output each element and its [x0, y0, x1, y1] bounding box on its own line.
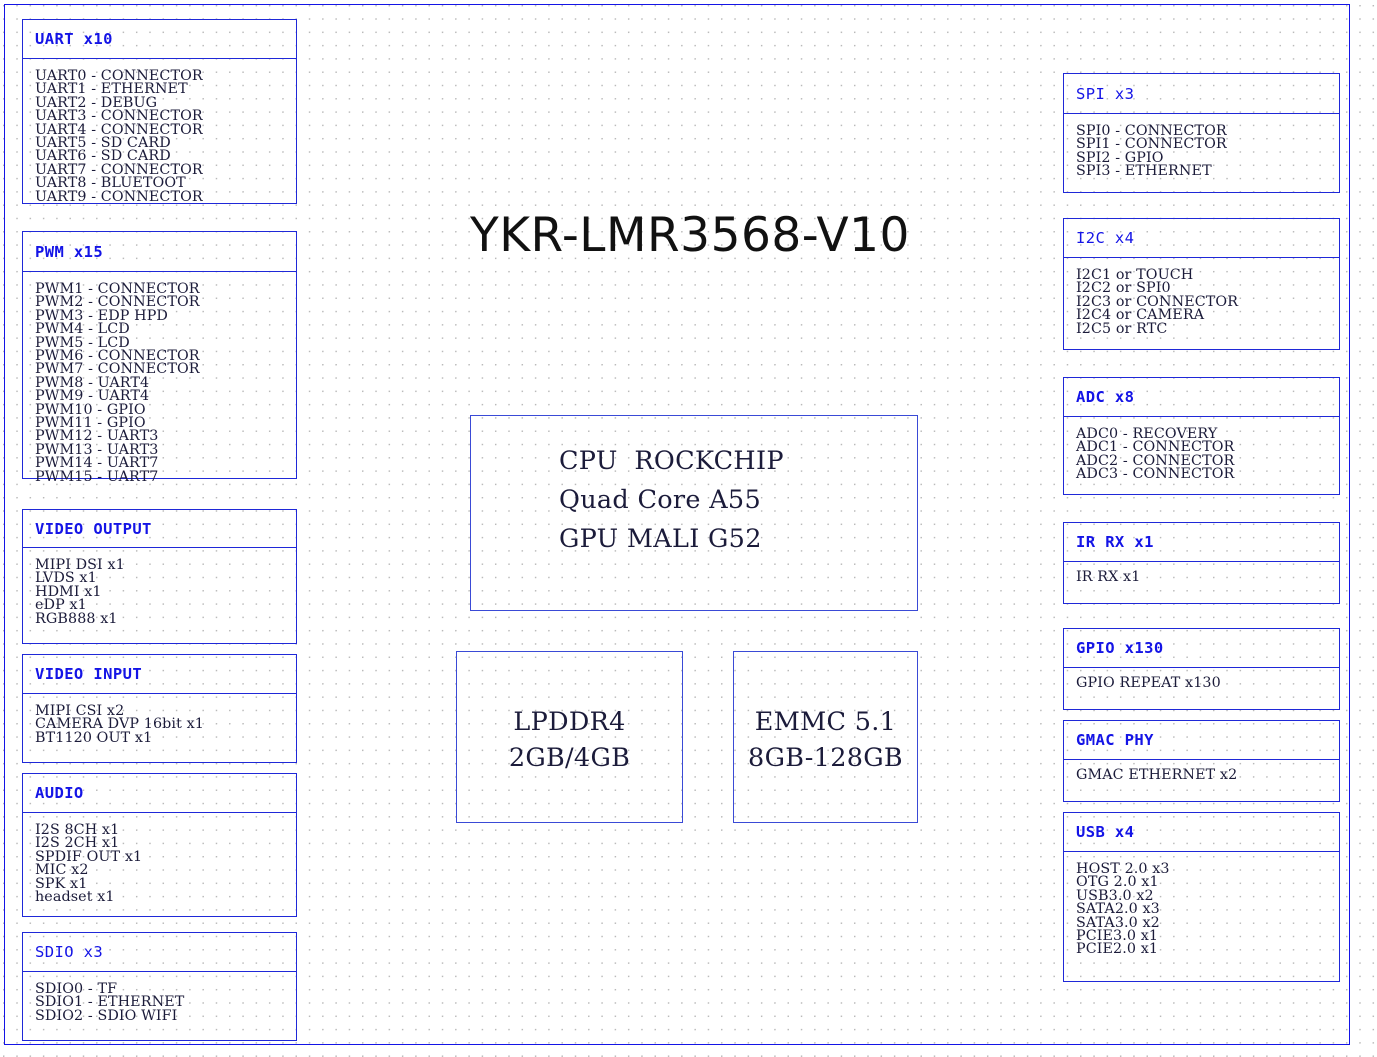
peripheral-block-video-output: VIDEO OUTPUT MIPI DSI x1LVDS x1HDMI x1eDP…: [22, 509, 297, 644]
block-title-i2c-x4: I2C x4: [1076, 229, 1134, 247]
block-body-ir-rx-x1: IR RX x1: [1063, 562, 1340, 604]
block-body-video-output: MIPI DSI x1LVDS x1HDMI x1eDP x1RGB888 x1: [22, 548, 297, 644]
block-line: SDIO2 - SDIO WIFI: [35, 1010, 296, 1023]
peripheral-block-video-input: VIDEO INPUT MIPI CSI x2CAMERA DVP 16bit x…: [22, 654, 297, 763]
block-header-audio: AUDIO: [22, 773, 297, 813]
peripheral-block-spi-x3: SPI x3 SPI0 - CONNECTORSPI1 - CONNECTORSP…: [1063, 73, 1340, 193]
block-body-uart-x10: UART0 - CONNECTORUART1 - ETHERNETUART2 -…: [22, 59, 297, 204]
block-header-usb-x4: USB x4: [1063, 812, 1340, 852]
cpu-line: Quad Core A55: [559, 481, 917, 520]
block-body-usb-x4: HOST 2.0 x3OTG 2.0 x1USB3.0 x2SATA2.0 x3…: [1063, 852, 1340, 982]
emmc-line: EMMC 5.1: [734, 704, 917, 740]
block-header-video-output: VIDEO OUTPUT: [22, 509, 297, 548]
block-title-spi-x3: SPI x3: [1076, 85, 1134, 103]
block-title-sdio-x3: SDIO x3: [35, 943, 103, 961]
block-header-adc-x8: ADC x8: [1063, 377, 1340, 417]
emmc-block-lines: EMMC 5.18GB-128GB: [734, 652, 917, 776]
block-title-video-input: VIDEO INPUT: [35, 665, 142, 683]
block-title-gpio-x130: GPIO x130: [1076, 639, 1164, 657]
block-header-i2c-x4: I2C x4: [1063, 218, 1340, 258]
block-line: SPI3 - ETHERNET: [1076, 165, 1339, 178]
block-body-gpio-x130: GPIO REPEAT x130: [1063, 668, 1340, 710]
cpu-block: CPU ROCKCHIPQuad Core A55GPU MALI G52: [470, 415, 918, 611]
block-line: UART9 - CONNECTOR: [35, 191, 296, 204]
block-line: I2C5 or RTC: [1076, 323, 1339, 336]
lpddr-line: LPDDR4: [457, 704, 682, 740]
block-header-pwm-x15: PWM x15: [22, 231, 297, 272]
block-line: GMAC ETHERNET x2: [1076, 769, 1339, 782]
block-line: IR RX x1: [1076, 571, 1339, 584]
block-body-spi-x3: SPI0 - CONNECTORSPI1 - CONNECTORSPI2 - G…: [1063, 114, 1340, 193]
lpddr-block-lines: LPDDR42GB/4GB: [457, 652, 682, 776]
peripheral-block-sdio-x3: SDIO x3 SDIO0 - TFSDIO1 - ETHERNETSDIO2 -…: [22, 932, 297, 1041]
block-title-ir-rx-x1: IR RX x1: [1076, 533, 1154, 551]
cpu-block-lines: CPU ROCKCHIPQuad Core A55GPU MALI G52: [471, 416, 917, 559]
peripheral-block-gpio-x130: GPIO x130 GPIO REPEAT x130: [1063, 628, 1340, 710]
block-body-adc-x8: ADC0 - RECOVERYADC1 - CONNECTORADC2 - CO…: [1063, 417, 1340, 495]
block-header-gmac-phy: GMAC PHY: [1063, 720, 1340, 760]
peripheral-block-adc-x8: ADC x8 ADC0 - RECOVERYADC1 - CONNECTORADC…: [1063, 377, 1340, 495]
block-line: headset x1: [35, 891, 296, 904]
block-title-audio: AUDIO: [35, 784, 84, 802]
block-header-sdio-x3: SDIO x3: [22, 932, 297, 972]
block-line: ADC3 - CONNECTOR: [1076, 468, 1339, 481]
block-title-usb-x4: USB x4: [1076, 823, 1134, 841]
block-title-uart-x10: UART x10: [35, 30, 113, 48]
peripheral-block-gmac-phy: GMAC PHY GMAC ETHERNET x2: [1063, 720, 1340, 802]
block-line: PCIE2.0 x1: [1076, 943, 1339, 956]
block-body-pwm-x15: PWM1 - CONNECTORPWM2 - CONNECTORPWM3 - E…: [22, 272, 297, 479]
cpu-line: GPU MALI G52: [559, 520, 917, 559]
block-body-sdio-x3: SDIO0 - TFSDIO1 - ETHERNETSDIO2 - SDIO W…: [22, 972, 297, 1041]
block-header-ir-rx-x1: IR RX x1: [1063, 522, 1340, 562]
peripheral-block-i2c-x4: I2C x4 I2C1 or TOUCHI2C2 or SPI0I2C3 or C…: [1063, 218, 1340, 350]
peripheral-block-audio: AUDIO I2S 8CH x1I2S 2CH x1SPDIF OUT x1MIC…: [22, 773, 297, 917]
lpddr-block: LPDDR42GB/4GB: [456, 651, 683, 823]
peripheral-block-ir-rx-x1: IR RX x1 IR RX x1: [1063, 522, 1340, 604]
lpddr-line: 2GB/4GB: [457, 740, 682, 776]
block-line: RGB888 x1: [35, 613, 296, 626]
page-title: YKR-LMR3568-V10: [455, 208, 925, 263]
block-title-pwm-x15: PWM x15: [35, 243, 103, 261]
block-line: BT1120 OUT x1: [35, 732, 296, 745]
block-header-uart-x10: UART x10: [22, 19, 297, 59]
peripheral-block-uart-x10: UART x10 UART0 - CONNECTORUART1 - ETHERNE…: [22, 19, 297, 204]
emmc-line: 8GB-128GB: [734, 740, 917, 776]
block-title-gmac-phy: GMAC PHY: [1076, 731, 1154, 749]
block-line: PWM15 - UART7: [35, 471, 296, 484]
block-line: GPIO REPEAT x130: [1076, 677, 1339, 690]
block-body-audio: I2S 8CH x1I2S 2CH x1SPDIF OUT x1MIC x2SP…: [22, 813, 297, 917]
block-header-spi-x3: SPI x3: [1063, 73, 1340, 114]
peripheral-block-usb-x4: USB x4 HOST 2.0 x3OTG 2.0 x1USB3.0 x2SATA…: [1063, 812, 1340, 982]
block-title-video-output: VIDEO OUTPUT: [35, 520, 152, 538]
block-body-gmac-phy: GMAC ETHERNET x2: [1063, 760, 1340, 802]
block-header-gpio-x130: GPIO x130: [1063, 628, 1340, 668]
block-body-i2c-x4: I2C1 or TOUCHI2C2 or SPI0I2C3 or CONNECT…: [1063, 258, 1340, 350]
block-header-video-input: VIDEO INPUT: [22, 654, 297, 694]
peripheral-block-pwm-x15: PWM x15 PWM1 - CONNECTORPWM2 - CONNECTORP…: [22, 231, 297, 479]
board-block-diagram: UART x10 UART0 - CONNECTORUART1 - ETHERNE…: [0, 0, 1377, 1057]
emmc-block: EMMC 5.18GB-128GB: [733, 651, 918, 823]
block-title-adc-x8: ADC x8: [1076, 388, 1134, 406]
block-body-video-input: MIPI CSI x2CAMERA DVP 16bit x1BT1120 OUT…: [22, 694, 297, 763]
cpu-line: CPU ROCKCHIP: [559, 442, 917, 481]
